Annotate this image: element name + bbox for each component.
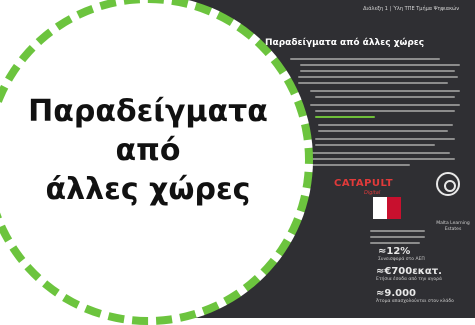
stat-value: ≈€700εκατ. — [376, 266, 442, 277]
emblem-caption: Malta Learning Estates — [436, 221, 470, 232]
text-line — [298, 76, 458, 78]
text-line — [315, 144, 435, 146]
text-line — [298, 82, 448, 84]
stat-label: Ετήσια έσοδα από την αγορά — [376, 277, 442, 282]
stat-revenue: ≈€700εκατ. Ετήσια έσοδα από την αγορά — [376, 266, 442, 282]
text-line — [310, 158, 455, 160]
text-line — [318, 130, 448, 132]
malta-flag-icon — [373, 197, 401, 219]
badge-title-line: από — [115, 133, 181, 168]
text-line — [370, 230, 425, 232]
slide-title: Παραδείγματα από άλλες χώρες — [265, 38, 425, 48]
text-line — [315, 96, 455, 98]
text-line — [318, 124, 453, 126]
stat-label: Άτομα απασχολούνται στον κλάδο — [376, 299, 454, 304]
badge-title: Παραδείγματα από άλλες χώρες — [0, 92, 313, 209]
stat-label: Συνεισφορά στο ΑΕΠ — [378, 257, 425, 262]
catapult-logo-subtext: Digital — [364, 190, 381, 196]
text-line — [300, 70, 455, 72]
text-line — [370, 242, 420, 244]
badge-title-line: Παραδείγματα — [28, 94, 268, 129]
stat-value: ≈12% — [378, 246, 411, 257]
emblem-icon — [436, 172, 460, 196]
text-line — [300, 64, 460, 66]
catapult-logo: CATAPULT — [334, 178, 394, 189]
badge-title-line: άλλες χώρες — [45, 172, 251, 207]
text-line — [290, 58, 440, 60]
slide-header-text: Διάλεξη 1 | Ύλη ΤΠΕ Τμήμα Ψηφιακών — [363, 6, 459, 12]
text-line — [315, 138, 455, 140]
stat-gdp: ≈12% Συνεισφορά στο ΑΕΠ — [378, 246, 425, 262]
stat-value: ≈9.000 — [376, 288, 417, 299]
text-line — [315, 110, 455, 112]
text-line — [310, 90, 460, 92]
stat-employment: ≈9.000 Άτομα απασχολούνται στον κλάδο — [376, 288, 454, 304]
text-line — [370, 236, 425, 238]
text-line — [310, 104, 460, 106]
text-line-highlight — [315, 116, 375, 118]
text-line — [310, 164, 410, 166]
text-line — [310, 152, 450, 154]
